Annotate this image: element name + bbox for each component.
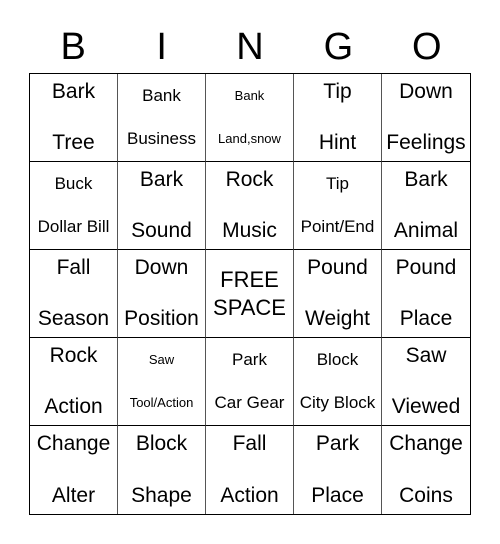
cell-word: Change [389, 432, 463, 455]
cell-meaning: Point/End [300, 217, 375, 236]
bingo-cell[interactable]: Fall Season [30, 250, 118, 338]
bingo-cell[interactable]: Bank Land,snow [206, 74, 294, 162]
bingo-cell[interactable]: Park Place [294, 426, 382, 514]
cell-meaning: Viewed [391, 395, 461, 418]
cell-meaning: Coins [399, 484, 453, 507]
cell-word: Change [36, 432, 111, 455]
header-letter-o: O [412, 26, 442, 68]
bingo-cell[interactable]: Block City Block [294, 338, 382, 426]
cell-word: Fall [232, 432, 267, 455]
cell-meaning: Car Gear [214, 393, 285, 412]
bingo-cell[interactable]: Saw Viewed [382, 338, 470, 426]
bingo-cell[interactable]: Change Coins [382, 426, 470, 514]
cell-word: FREE [220, 266, 279, 292]
cell-word: Rock [49, 344, 98, 367]
cell-meaning: Dollar Bill [37, 217, 110, 236]
cell-meaning: Weight [305, 307, 370, 330]
cell-meaning: Tool/Action [129, 395, 194, 410]
cell-word: Park [315, 432, 360, 455]
cell-word: Rock [225, 168, 274, 191]
bingo-cell[interactable]: Park Car Gear [206, 338, 294, 426]
bingo-cell[interactable]: Down Feelings [382, 74, 470, 162]
bingo-cell[interactable]: Bark Animal [382, 162, 470, 250]
cell-word: Bank [142, 86, 181, 105]
cell-meaning: Place [399, 307, 453, 330]
cell-meaning: Feelings [386, 131, 466, 154]
cell-word: Block [316, 350, 359, 369]
bingo-card-grid: Bark Tree Bank Business Bank Land,snow Tip Hint… [29, 73, 471, 515]
bingo-cell[interactable]: Bank Business [118, 74, 206, 162]
cell-meaning: Music [222, 219, 277, 242]
bingo-cell[interactable]: Block Shape [118, 426, 206, 514]
cell-word: Down [134, 256, 189, 279]
cell-meaning: Hint [318, 131, 357, 154]
cell-meaning: Tree [52, 131, 95, 154]
bingo-cell[interactable]: Fall Action [206, 426, 294, 514]
cell-word: Bark [404, 168, 448, 191]
header-letter-b: B [60, 26, 86, 68]
cell-word: Bark [51, 80, 96, 103]
bingo-cell[interactable]: Tip Hint [294, 74, 382, 162]
cell-meaning: City Block [299, 393, 376, 412]
free-space-cell[interactable]: FREE SPACE [206, 250, 294, 338]
cell-meaning: Action [220, 484, 279, 507]
cell-word: Block [135, 432, 188, 455]
cell-word: Park [232, 350, 267, 369]
cell-meaning: Alter [51, 484, 96, 507]
bingo-cell[interactable]: Tip Point/End [294, 162, 382, 250]
cell-meaning: Shape [131, 484, 192, 507]
cell-meaning: Land,snow [218, 131, 281, 146]
bingo-cell[interactable]: Down Position [118, 250, 206, 338]
bingo-header: B I N G O [29, 22, 471, 72]
bingo-cell[interactable]: Rock Music [206, 162, 294, 250]
cell-word: Bank [234, 88, 265, 103]
cell-word: Tip [323, 80, 352, 103]
bingo-cell[interactable]: Bark Tree [30, 74, 118, 162]
cell-meaning: Position [124, 307, 199, 330]
bingo-cell[interactable]: Rock Action [30, 338, 118, 426]
cell-meaning: Place [311, 484, 364, 507]
cell-word: Pound [307, 256, 368, 279]
bingo-cell[interactable]: Change Alter [30, 426, 118, 514]
header-letter-i: I [156, 26, 167, 68]
cell-word: Pound [395, 256, 457, 279]
cell-word: Saw [405, 344, 447, 367]
bingo-cell[interactable]: Pound Weight [294, 250, 382, 338]
cell-meaning: Animal [393, 219, 459, 242]
bingo-cell[interactable]: Bark Sound [118, 162, 206, 250]
cell-word: Fall [56, 256, 91, 279]
header-letter-g: G [323, 26, 354, 68]
cell-word: Down [399, 80, 453, 103]
cell-meaning: Business [127, 129, 196, 148]
cell-word: Buck [54, 174, 93, 193]
cell-word: Tip [326, 174, 349, 193]
cell-meaning: SPACE [213, 294, 286, 320]
bingo-cell[interactable]: Pound Place [382, 250, 470, 338]
cell-word: Saw [148, 352, 175, 367]
cell-word: Bark [139, 168, 184, 191]
bingo-cell[interactable]: Saw Tool/Action [118, 338, 206, 426]
cell-meaning: Sound [131, 219, 192, 242]
bingo-cell[interactable]: Buck Dollar Bill [30, 162, 118, 250]
header-letter-n: N [236, 26, 264, 68]
cell-meaning: Action [44, 395, 103, 418]
cell-meaning: Season [37, 307, 110, 330]
